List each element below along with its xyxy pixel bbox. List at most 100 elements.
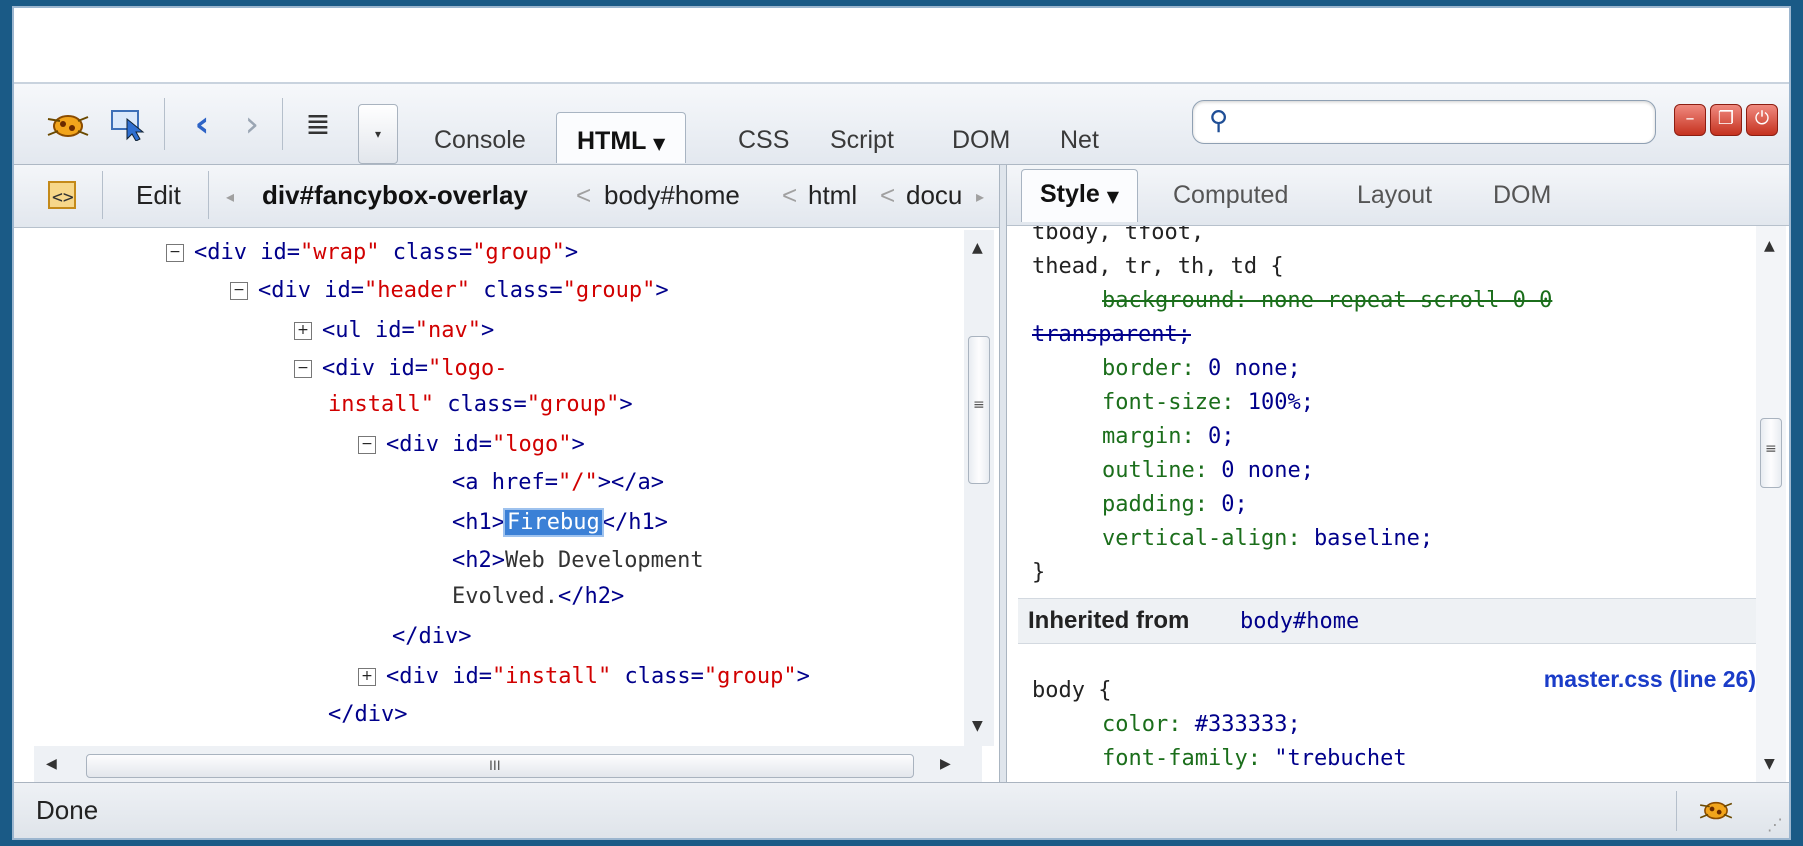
tab-style-label: Style xyxy=(1040,180,1100,208)
resize-grip-icon[interactable]: ⋰ xyxy=(1767,815,1783,834)
horizontal-scrollbar-thumb[interactable]: III xyxy=(86,754,914,778)
css-property[interactable]: outline: 0 none; xyxy=(1102,458,1314,483)
status-separator xyxy=(1676,791,1677,831)
toolbar-separator xyxy=(102,171,103,219)
overridden-property[interactable]: background: none repeat scroll 0 0 xyxy=(1032,288,1552,313)
breadcrumb-scroll-left-icon[interactable]: ◂ xyxy=(226,187,234,207)
html-vertical-scrollbar[interactable]: ▲ ≡ ▼ xyxy=(964,230,994,746)
rule-close-brace: } xyxy=(1032,560,1046,585)
breadcrumb-separator: < xyxy=(576,180,592,210)
breadcrumb-item[interactable]: body#home xyxy=(604,180,740,211)
selected-node-text[interactable]: Firebug xyxy=(502,508,604,537)
toolbar-separator xyxy=(164,98,165,150)
forward-icon[interactable]: › xyxy=(232,102,272,146)
scroll-up-icon[interactable]: ▲ xyxy=(1764,238,1775,254)
tab-dom-side[interactable]: DOM xyxy=(1473,173,1571,217)
firebug-menu-icon[interactable] xyxy=(40,102,96,146)
tree-node[interactable]: + <ul id="nav"> xyxy=(294,318,494,343)
main-toolbar: ‹ › ≣ ▾ Console HTML ▼ CSS Script DOM Ne… xyxy=(14,84,1789,165)
html-horizontal-scrollbar[interactable]: ◀ III ▶ xyxy=(34,746,982,784)
detach-button[interactable]: ❐ xyxy=(1710,104,1742,136)
browser-content-area xyxy=(14,8,1789,84)
tab-dom[interactable]: DOM xyxy=(932,118,1030,162)
breadcrumb-item-current[interactable]: div#fancybox-overlay xyxy=(262,180,528,211)
firebug-window: ‹ › ≣ ▾ Console HTML ▼ CSS Script DOM Ne… xyxy=(12,6,1791,840)
tree-node[interactable]: − <div id="logo- xyxy=(294,356,507,381)
tab-style[interactable]: Style ▼ xyxy=(1021,169,1139,222)
minimize-button[interactable]: – xyxy=(1674,104,1706,136)
tree-node[interactable]: </div> xyxy=(328,702,407,727)
source-link[interactable]: master.css (line 26) xyxy=(1544,666,1756,693)
inherited-label: Inherited from xyxy=(1028,607,1190,634)
panel-splitter[interactable] xyxy=(999,165,1007,785)
tree-node[interactable]: <a href="/"></a> xyxy=(452,470,664,495)
collapse-icon[interactable]: − xyxy=(294,360,312,378)
scrollbar-thumb[interactable]: ≡ xyxy=(1760,418,1782,488)
back-icon[interactable]: ‹ xyxy=(182,102,222,146)
css-property[interactable]: margin: 0; xyxy=(1102,424,1234,449)
scroll-right-icon[interactable]: ▶ xyxy=(940,756,951,772)
close-button[interactable]: ⏻ xyxy=(1746,104,1778,136)
edit-button[interactable]: Edit xyxy=(136,180,181,211)
scroll-down-icon[interactable]: ▼ xyxy=(972,718,983,734)
tab-layout[interactable]: Layout xyxy=(1337,173,1452,217)
tree-node-continued: Evolved.</h2> xyxy=(452,584,625,609)
tree-node[interactable]: − <div id="wrap" class="group"> xyxy=(166,240,578,265)
html-tree: − <div id="wrap" class="group"> − <div id=… xyxy=(14,228,962,744)
tab-net[interactable]: Net xyxy=(1040,118,1119,162)
css-property[interactable]: font-family: "trebuchet xyxy=(1102,746,1407,771)
tree-node[interactable]: − <div id="header" class="group"> xyxy=(230,278,669,303)
collapse-icon[interactable]: − xyxy=(166,244,184,262)
tab-html-label: HTML xyxy=(577,127,646,155)
css-property[interactable]: vertical-align: baseline; xyxy=(1102,526,1433,551)
status-text: Done xyxy=(36,795,99,825)
rule-selector[interactable]: tbody, tfoot, xyxy=(1032,226,1204,245)
breadcrumb-separator: < xyxy=(880,180,896,210)
search-box[interactable]: ⚲ xyxy=(1192,100,1656,144)
tree-node[interactable]: <h2>Web Development xyxy=(452,548,704,573)
rule-selector[interactable]: thead, tr, th, td { xyxy=(1032,254,1284,279)
tree-node[interactable]: <h1>Firebug</h1> xyxy=(452,508,668,537)
tab-computed[interactable]: Computed xyxy=(1153,173,1308,217)
search-icon: ⚲ xyxy=(1209,106,1229,136)
panel-menu-icon[interactable]: ≣ xyxy=(296,102,340,146)
panel-list-dropdown-icon[interactable]: ▾ xyxy=(358,104,398,164)
tab-html[interactable]: HTML ▼ xyxy=(556,112,687,163)
firebug-status-icon[interactable] xyxy=(1694,789,1738,829)
scrollbar-thumb[interactable]: ≡ xyxy=(968,336,990,484)
css-property[interactable]: border: 0 none; xyxy=(1102,356,1301,381)
inherited-header: Inherited from body#home xyxy=(1018,598,1756,644)
chevron-down-icon: ▼ xyxy=(652,134,666,153)
expand-icon[interactable]: + xyxy=(358,668,376,686)
chevron-down-icon: ▼ xyxy=(1106,187,1120,206)
style-rules: tbody, tfoot, thead, tr, th, td { backgr… xyxy=(1018,226,1756,786)
breadcrumb-separator: < xyxy=(782,180,798,210)
expand-icon[interactable]: + xyxy=(294,322,312,340)
tree-node[interactable]: </div> xyxy=(392,624,471,649)
collapse-icon[interactable]: − xyxy=(358,436,376,454)
collapse-icon[interactable]: − xyxy=(230,282,248,300)
style-vertical-scrollbar[interactable]: ▲ ≡ ▼ xyxy=(1756,226,1786,786)
search-input[interactable] xyxy=(1245,107,1639,137)
breadcrumb-scroll-right-icon[interactable]: ▸ xyxy=(976,187,984,207)
breadcrumb-item[interactable]: html xyxy=(808,180,857,211)
toolbar-separator xyxy=(282,98,283,150)
breadcrumb-item[interactable]: docu xyxy=(906,180,966,211)
inspect-element-icon[interactable] xyxy=(106,102,154,146)
tree-node[interactable]: − <div id="logo"> xyxy=(358,432,585,457)
css-property[interactable]: color: #333333; xyxy=(1102,712,1301,737)
scroll-down-icon[interactable]: ▼ xyxy=(1764,756,1775,772)
tab-css[interactable]: CSS xyxy=(718,118,809,162)
rule-selector[interactable]: body { xyxy=(1032,678,1111,703)
html-panel-toolbar: <> Edit ◂ div#fancybox-overlay < body#ho… xyxy=(14,165,999,228)
css-property[interactable]: font-size: 100%; xyxy=(1102,390,1314,415)
scroll-up-icon[interactable]: ▲ xyxy=(972,240,983,256)
inherited-selector-link[interactable]: body#home xyxy=(1240,609,1359,634)
tree-node[interactable]: + <div id="install" class="group"> xyxy=(358,664,810,689)
scroll-left-icon[interactable]: ◀ xyxy=(46,756,57,772)
tab-script[interactable]: Script xyxy=(810,118,914,162)
toolbar-separator xyxy=(208,171,209,219)
source-edit-icon[interactable]: <> xyxy=(42,175,82,215)
tab-console[interactable]: Console xyxy=(414,118,546,162)
css-property[interactable]: padding: 0; xyxy=(1102,492,1248,517)
